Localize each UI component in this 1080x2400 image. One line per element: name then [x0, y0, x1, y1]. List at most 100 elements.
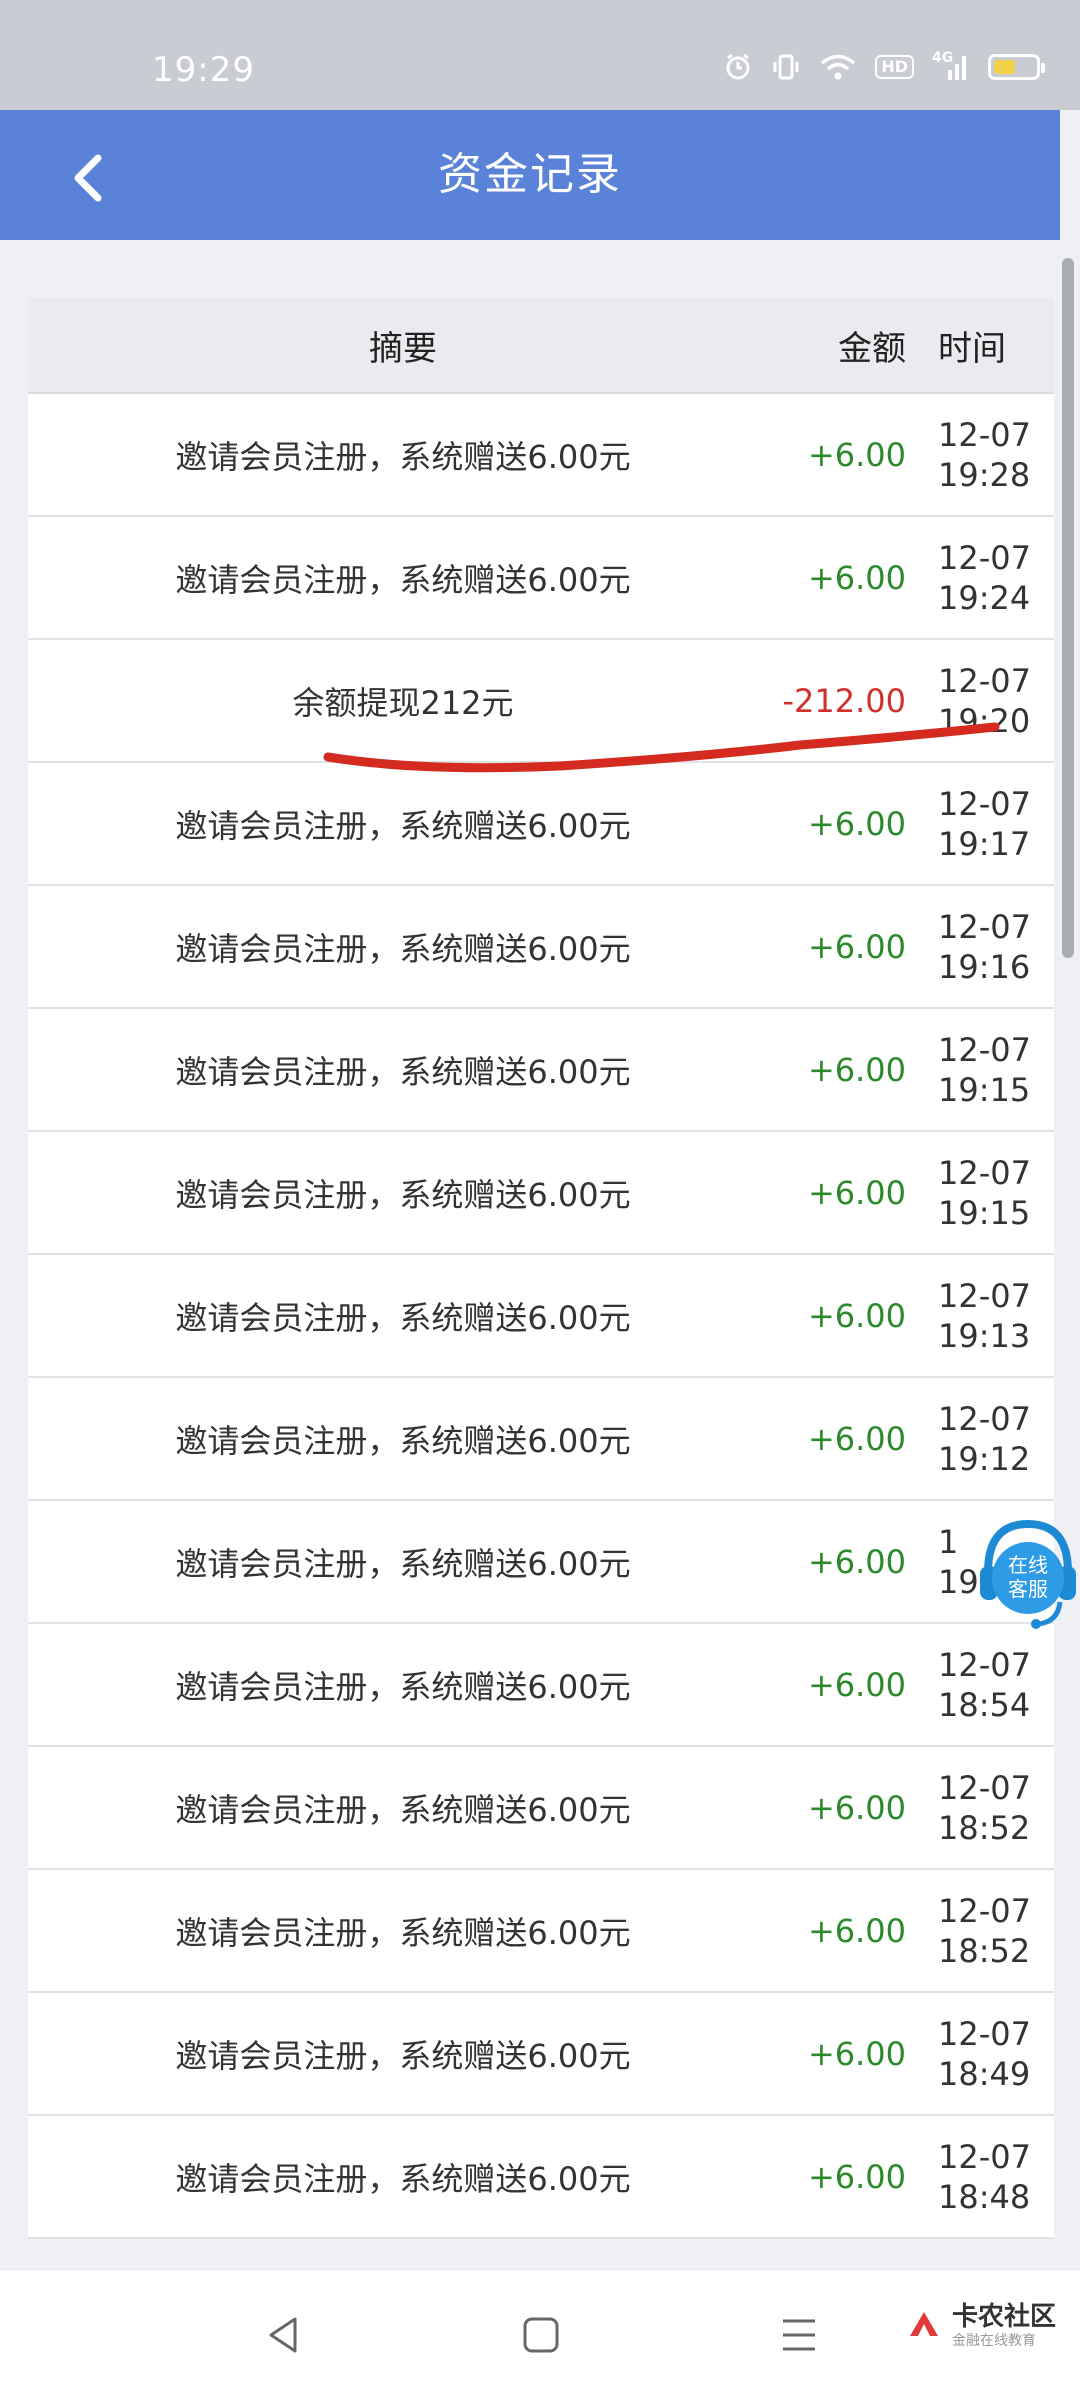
row-clock: 19:28 — [938, 455, 1031, 494]
home-square-icon — [523, 2317, 559, 2353]
watermark-main: 卡农社区 — [951, 2302, 1056, 2332]
watermark-logo-icon — [909, 2312, 938, 2336]
row-amount: +6.00 — [807, 1788, 906, 1827]
row-summary: 邀请会员注册，系统赠送6.00元 — [175, 1298, 631, 1337]
row-summary: 邀请会员注册，系统赠送6.00元 — [175, 1544, 631, 1583]
row-summary: 邀请会员注册，系统赠送6.00元 — [175, 929, 631, 968]
row-summary: 邀请会员注册，系统赠送6.00元 — [175, 2036, 631, 2075]
row-time: 12-07 19:15 — [926, 1153, 1054, 1233]
table-header: 摘要 金额 时间 — [28, 298, 1054, 394]
row-clock: 19:15 — [938, 1070, 1031, 1109]
table-row[interactable]: 邀请会员注册，系统赠送6.00元 +6.00 12-07 19:15 — [28, 1009, 1054, 1132]
wifi-icon — [819, 52, 857, 82]
row-amount: +6.00 — [807, 1419, 906, 1458]
row-time: 12-07 18:52 — [926, 1768, 1054, 1848]
header-time: 时间 — [938, 328, 1006, 369]
system-nav-bar: 卡农社区 金融在线教育 — [0, 2269, 1080, 2400]
row-date: 12-07 — [938, 1645, 1031, 1684]
table-row[interactable]: 邀请会员注册，系统赠送6.00元 +6.00 12-07 19:16 — [28, 886, 1054, 1009]
row-summary: 邀请会员注册，系统赠送6.00元 — [175, 2159, 631, 2198]
row-amount: -212.00 — [782, 681, 906, 720]
signal-4g-icon: 4G — [932, 50, 970, 82]
service-label-line1: 在线 — [1008, 1553, 1048, 1577]
row-summary: 邀请会员注册，系统赠送6.00元 — [175, 1790, 631, 1829]
watermark-sub: 金融在线教育 — [951, 2333, 1036, 2349]
row-date: 12-07 — [938, 661, 1031, 700]
row-amount: +6.00 — [807, 2157, 906, 2196]
online-service-button[interactable]: 在线 客服 — [976, 1510, 1080, 1640]
status-time: 19:29 — [152, 50, 255, 90]
row-clock: 19:17 — [938, 824, 1031, 863]
row-summary: 邀请会员注册，系统赠送6.00元 — [175, 1052, 631, 1091]
table-row[interactable]: 邀请会员注册，系统赠送6.00元 +6.00 12-07 19:24 — [28, 517, 1054, 640]
table-row[interactable]: 邀请会员注册，系统赠送6.00元 +6.00 12-07 18:52 — [28, 1870, 1054, 1993]
row-amount: +6.00 — [807, 435, 906, 474]
status-icons: HD 4G — [723, 50, 1045, 82]
row-clock: 19:24 — [938, 578, 1031, 617]
row-summary: 邀请会员注册，系统赠送6.00元 — [175, 1913, 631, 1952]
row-clock: 19:16 — [938, 947, 1031, 986]
service-label-line2: 客服 — [1008, 1577, 1048, 1601]
row-amount: +6.00 — [807, 1542, 906, 1581]
row-clock: 19:12 — [938, 1439, 1031, 1478]
row-amount: +6.00 — [807, 1050, 906, 1089]
nav-menu-button[interactable] — [764, 2300, 834, 2370]
nav-back-button[interactable] — [248, 2300, 318, 2370]
row-clock: 19:13 — [938, 1316, 1031, 1355]
vibrate-icon — [771, 52, 801, 82]
table-row[interactable]: 邀请会员注册，系统赠送6.00元 +6.00 12-07 18:49 — [28, 1993, 1054, 2116]
table-row[interactable]: 邀请会员注册，系统赠送6.00元 +6.00 12-07 19:15 — [28, 1132, 1054, 1255]
row-summary: 邀请会员注册，系统赠送6.00元 — [175, 437, 631, 476]
row-summary: 邀请会员注册，系统赠送6.00元 — [175, 806, 631, 845]
row-time: 12-07 19:16 — [926, 907, 1054, 987]
table-row[interactable]: 邀请会员注册，系统赠送6.00元 +6.00 12-07 18:54 — [28, 1624, 1054, 1747]
row-time: 12-07 19:20 — [926, 661, 1054, 741]
row-time: 12-07 19:12 — [926, 1399, 1054, 1479]
row-time: 12-07 18:52 — [926, 1891, 1054, 1971]
status-bar: 19:29 HD 4G — [0, 0, 1080, 110]
table-row[interactable]: 邀请会员注册，系统赠送6.00元 +6.00 12-07 18:52 — [28, 1747, 1054, 1870]
row-clock: 18:52 — [938, 1931, 1031, 1970]
row-amount: +6.00 — [807, 804, 906, 843]
row-date: 12-07 — [938, 2137, 1031, 2176]
row-amount: +6.00 — [807, 2034, 906, 2073]
row-clock: 18:48 — [938, 2177, 1031, 2216]
table-row[interactable]: 邀请会员注册，系统赠送6.00元 +6.00 12-07 19:13 — [28, 1255, 1054, 1378]
table-row[interactable]: 邀请会员注册，系统赠送6.00元 +6.00 12-07 19:28 — [28, 394, 1054, 517]
row-date: 12-07 — [938, 2014, 1031, 2053]
table-row[interactable]: 邀请会员注册，系统赠送6.00元 +6.00 12-07 18:48 — [28, 2116, 1054, 2239]
row-clock: 18:54 — [938, 1685, 1031, 1724]
row-date: 12-07 — [938, 1153, 1031, 1192]
nav-home-button[interactable] — [506, 2300, 576, 2370]
row-time: 12-07 19:28 — [926, 415, 1054, 495]
row-summary: 邀请会员注册，系统赠送6.00元 — [175, 1175, 631, 1214]
back-triangle-icon — [269, 2317, 297, 2353]
row-time: 12-07 18:54 — [926, 1645, 1054, 1725]
hd-badge: HD — [875, 55, 914, 79]
app-bar: 资金记录 — [0, 110, 1060, 240]
row-date: 12-07 — [938, 1399, 1031, 1438]
scrollbar[interactable] — [1062, 258, 1074, 958]
row-time: 12-07 18:49 — [926, 2014, 1054, 2094]
watermark: 卡农社区 金融在线教育 — [904, 2304, 1056, 2348]
row-summary: 余额提现212元 — [292, 683, 514, 722]
table-row[interactable]: 余额提现212元 -212.00 12-07 19:20 — [28, 640, 1054, 763]
row-amount: +6.00 — [807, 1296, 906, 1335]
row-time: 12-07 19:17 — [926, 784, 1054, 864]
row-time: 12-07 18:48 — [926, 2137, 1054, 2217]
row-summary: 邀请会员注册，系统赠送6.00元 — [175, 1421, 631, 1460]
table-row[interactable]: 邀请会员注册，系统赠送6.00元 +6.00 12-07 19:17 — [28, 763, 1054, 886]
row-amount: +6.00 — [807, 1173, 906, 1212]
header-summary: 摘要 — [369, 328, 437, 369]
header-amount: 金额 — [838, 328, 906, 369]
table-row[interactable]: 邀请会员注册，系统赠送6.00元 +6.00 12-07 19:12 — [28, 1378, 1054, 1501]
row-clock: 19:15 — [938, 1193, 1031, 1232]
row-date: 12-07 — [938, 1276, 1031, 1315]
row-summary: 邀请会员注册，系统赠送6.00元 — [175, 1667, 631, 1706]
page-title: 资金记录 — [438, 149, 622, 200]
row-amount: +6.00 — [807, 558, 906, 597]
table-row[interactable]: 邀请会员注册，系统赠送6.00元 +6.00 1 19 — [28, 1501, 1054, 1624]
menu-lines-icon — [783, 2319, 815, 2351]
row-date: 12-07 — [938, 1768, 1031, 1807]
row-time: 12-07 19:24 — [926, 538, 1054, 618]
